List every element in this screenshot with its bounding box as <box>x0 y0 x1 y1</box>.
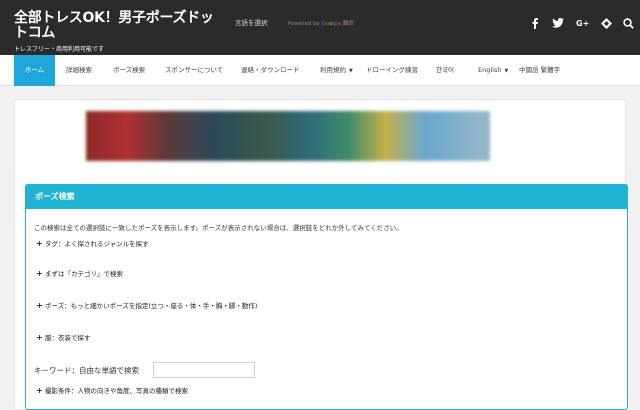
nav-item-korean[interactable]: 한국어 <box>436 55 454 86</box>
panel-header <box>25 184 628 209</box>
twitter-icon[interactable] <box>552 18 564 28</box>
facebook-icon[interactable] <box>531 18 539 29</box>
plus-icon: + <box>36 301 43 310</box>
google-plus-icon[interactable]: G+ <box>576 18 589 30</box>
feedly-icon[interactable] <box>601 18 612 29</box>
nav-item-contact-download[interactable]: 連絡・ダウンロード <box>241 55 300 86</box>
google-letter: e <box>337 21 342 27</box>
nav-item-chinese-traditional[interactable]: 中國語 繁體字 <box>519 55 560 86</box>
language-select[interactable]: 言語を選択 <box>235 17 268 27</box>
accordion-shooting-conditions[interactable]: + 撮影条件：人物の向きや角度、写真の種類で検索 <box>36 385 188 395</box>
chevron-down-icon: ▼ <box>504 68 509 74</box>
translate-label: 翻訳 <box>342 21 354 27</box>
powered-by-label: Powered by <box>288 21 320 27</box>
panel-title: ポーズ検索 <box>35 192 75 201</box>
site-tagline: トレスフリー・商用利用可能です <box>14 46 105 53</box>
nav-item-english-label: English <box>478 66 502 74</box>
accordion-clothing[interactable]: + 服：衣装で探す <box>36 332 91 342</box>
plus-icon: + <box>36 269 43 278</box>
nav-item-drawing-practice[interactable]: ドローイング練習 <box>366 55 418 86</box>
nav-item-sponsor[interactable]: スポンサーについて <box>165 55 223 86</box>
powered-by-google-translate: Powered by Google 翻訳 <box>288 19 354 27</box>
nav-item-terms[interactable]: 利用規約 ▼ <box>320 55 353 86</box>
chevron-down-icon: ▼ <box>349 68 353 74</box>
accordion-label: 服：衣装で探す <box>45 334 91 342</box>
nav-item-detail-search[interactable]: 詳細検索 <box>66 55 92 86</box>
nav-item-pose-search[interactable]: ポーズ検索 <box>113 55 145 86</box>
nav-item-english[interactable]: English ▼ <box>478 55 508 86</box>
nav-item-home[interactable]: ホーム <box>14 55 55 86</box>
accordion-pose[interactable]: + ポーズ：もっと細かいポーズを指定(立つ・座る・体・手・胸・脚・動作) <box>36 300 257 310</box>
accordion-category[interactable]: + まずは「カテゴリ」で検索 <box>36 268 123 278</box>
pose-search-panel <box>25 184 628 410</box>
search-description: この検索は全ての選択肢に一致したポーズを表示します。ポーズが表示されない場合は、… <box>34 224 403 232</box>
site-title[interactable]: 全部トレスOK！男子ポーズドットコム <box>14 11 214 41</box>
nav-item-terms-label: 利用規約 <box>320 66 346 74</box>
keyword-input[interactable] <box>153 362 255 378</box>
accordion-label: ポーズ：もっと細かいポーズを指定(立つ・座る・体・手・胸・脚・動作) <box>45 302 258 310</box>
accordion-label: まずは「カテゴリ」で検索 <box>45 270 123 278</box>
plus-icon: + <box>36 333 43 342</box>
keyword-label: キーワード：自由な単語で検索 <box>34 366 139 375</box>
plus-icon: + <box>36 386 43 395</box>
search-icon[interactable] <box>623 18 634 29</box>
accordion-label: タグ：よく探されるジャンルを探す <box>45 240 149 248</box>
accordion-tags[interactable]: + タグ：よく探されるジャンルを探す <box>36 238 149 248</box>
ad-banner[interactable] <box>86 111 490 161</box>
plus-icon: + <box>36 239 43 248</box>
accordion-label: 撮影条件：人物の向きや角度、写真の種類で検索 <box>45 387 188 395</box>
